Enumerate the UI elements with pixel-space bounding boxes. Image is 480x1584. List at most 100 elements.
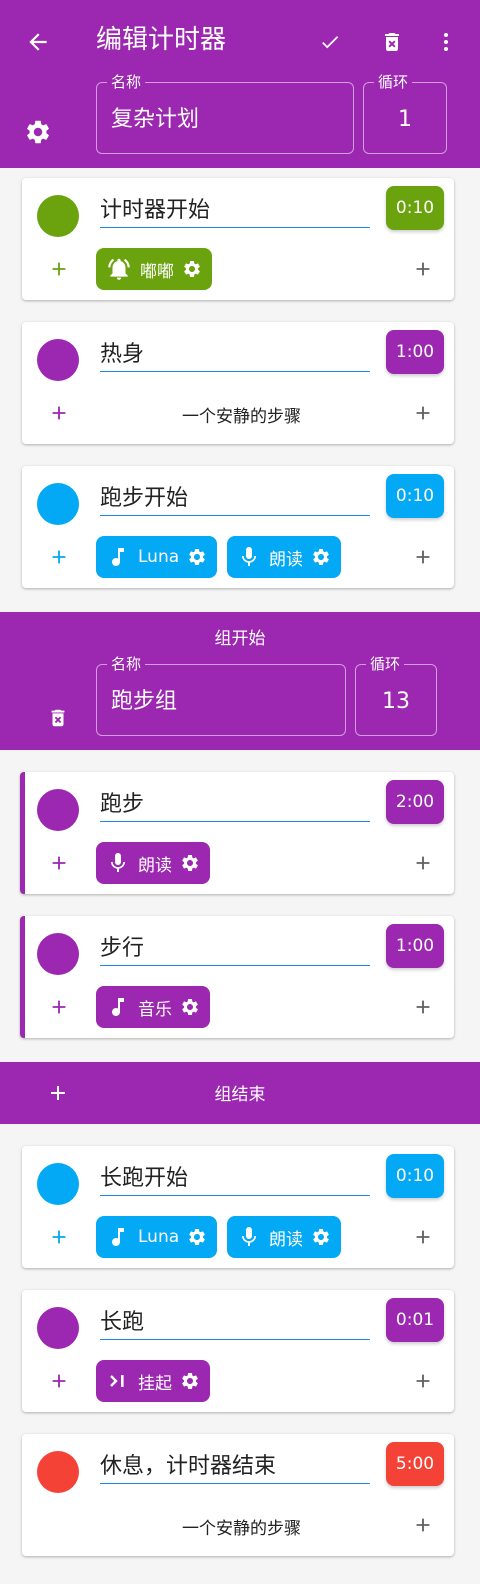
app-bar: 编辑计时器 名称 复杂计划 循环 1 xyxy=(0,0,480,168)
chip-label: 挂起 xyxy=(138,1373,172,1394)
add-behavior-icon[interactable] xyxy=(408,398,438,428)
step-duration-button[interactable]: 0:10 xyxy=(386,474,444,518)
add-step-before-icon[interactable] xyxy=(44,1366,74,1396)
step-duration-button[interactable]: 0:10 xyxy=(386,1154,444,1198)
timer-loop-value: 1 xyxy=(398,107,412,132)
chip-settings-icon[interactable] xyxy=(180,997,200,1017)
chip-settings-icon[interactable] xyxy=(180,1371,200,1391)
chip-settings-icon[interactable] xyxy=(311,547,331,567)
timer-name-label: 名称 xyxy=(107,73,146,91)
step-card[interactable]: 长跑开始 0:10 Luna 朗读 xyxy=(22,1146,454,1268)
add-behavior-icon[interactable] xyxy=(408,1366,438,1396)
more-vert-icon[interactable] xyxy=(426,22,466,62)
step-color-dot[interactable] xyxy=(37,483,79,525)
quiet-step-text: 一个安静的步骤 xyxy=(182,407,301,427)
add-behavior-icon[interactable] xyxy=(408,1510,438,1540)
step-card[interactable]: 休息，计时器结束 5:00 一个安静的步骤 xyxy=(22,1434,454,1556)
step-color-dot[interactable] xyxy=(37,1307,79,1349)
step-name-field[interactable]: 休息，计时器结束 xyxy=(100,1452,370,1484)
add-step-before-icon[interactable] xyxy=(44,848,74,878)
step-duration-button[interactable]: 2:00 xyxy=(386,780,444,824)
bell-icon xyxy=(108,258,130,280)
music-note-icon xyxy=(112,548,124,566)
group-end-section: 组结束 xyxy=(0,1062,480,1124)
chip-label: 朗读 xyxy=(269,549,303,570)
behavior-chip[interactable]: 朗读 xyxy=(227,536,341,578)
group-loop-field[interactable]: 循环 13 xyxy=(355,655,437,736)
step-color-dot[interactable] xyxy=(37,1451,79,1493)
add-step-before-icon[interactable] xyxy=(44,398,74,428)
chip-settings-icon[interactable] xyxy=(180,853,200,873)
chip-label: 朗读 xyxy=(138,855,172,876)
add-behavior-icon[interactable] xyxy=(408,1222,438,1252)
step-name-field[interactable]: 长跑开始 xyxy=(100,1164,370,1196)
add-behavior-icon[interactable] xyxy=(408,848,438,878)
back-arrow-icon[interactable] xyxy=(18,22,58,62)
step-card[interactable]: 热身 1:00 一个安静的步骤 xyxy=(22,322,454,444)
group-loop-value: 13 xyxy=(382,689,410,714)
timer-name-value: 复杂计划 xyxy=(111,107,200,132)
group-name-field[interactable]: 名称 跑步组 xyxy=(96,655,346,736)
group-name-value: 跑步组 xyxy=(111,689,178,714)
behavior-chip[interactable]: 音乐 xyxy=(96,986,210,1028)
step-duration-button[interactable]: 0:10 xyxy=(386,186,444,230)
step-card[interactable]: 跑步 2:00 朗读 xyxy=(20,772,454,894)
behavior-chip[interactable]: 朗读 xyxy=(227,1216,341,1258)
step-card[interactable]: 步行 1:00 音乐 xyxy=(20,916,454,1038)
chip-settings-icon[interactable] xyxy=(187,1227,207,1247)
step-name-field[interactable]: 跑步 xyxy=(100,790,370,822)
step-name-field[interactable]: 热身 xyxy=(100,340,370,372)
settings-icon[interactable] xyxy=(18,112,58,152)
pause-step-icon xyxy=(110,1375,124,1387)
group-start-title: 组开始 xyxy=(214,629,266,649)
step-color-dot[interactable] xyxy=(37,789,79,831)
delete-icon[interactable] xyxy=(372,22,412,62)
add-step-before-icon[interactable] xyxy=(44,542,74,572)
delete-group-icon[interactable] xyxy=(40,700,76,736)
step-card[interactable]: 跑步开始 0:10 Luna 朗读 xyxy=(22,466,454,588)
mic-icon xyxy=(242,547,256,566)
group-name-label: 名称 xyxy=(107,655,146,673)
behavior-chip[interactable]: Luna xyxy=(96,1216,218,1258)
step-card[interactable]: 计时器开始 0:10 嘟嘟 xyxy=(22,178,454,300)
check-icon[interactable] xyxy=(310,22,350,62)
add-behavior-icon[interactable] xyxy=(408,542,438,572)
step-name-field[interactable]: 长跑 xyxy=(100,1308,370,1340)
step-card[interactable]: 长跑 0:01 挂起 xyxy=(22,1290,454,1412)
add-behavior-icon[interactable] xyxy=(408,254,438,284)
step-duration-button[interactable]: 1:00 xyxy=(386,924,444,968)
group-end-title: 组结束 xyxy=(214,1085,266,1105)
behavior-chip[interactable]: Luna xyxy=(96,536,218,578)
timer-name-field[interactable]: 名称 复杂计划 xyxy=(96,73,354,154)
add-step-before-icon[interactable] xyxy=(44,992,74,1022)
step-duration-button[interactable]: 0:01 xyxy=(386,1298,444,1342)
behavior-chip[interactable]: 朗读 xyxy=(96,842,210,884)
add-step-before-icon[interactable] xyxy=(44,1222,74,1252)
step-duration-button[interactable]: 5:00 xyxy=(386,1442,444,1486)
step-color-dot[interactable] xyxy=(37,1163,79,1205)
chip-label: 嘟嘟 xyxy=(140,261,174,282)
music-note-icon xyxy=(112,998,124,1016)
page-title: 编辑计时器 xyxy=(96,25,227,55)
timer-loop-label: 循环 xyxy=(374,73,413,91)
chip-settings-icon[interactable] xyxy=(187,547,207,567)
step-duration-button[interactable]: 1:00 xyxy=(386,330,444,374)
step-name-field[interactable]: 跑步开始 xyxy=(100,484,370,516)
step-color-dot[interactable] xyxy=(37,195,79,237)
step-color-dot[interactable] xyxy=(37,339,79,381)
chip-settings-icon[interactable] xyxy=(311,1227,331,1247)
group-loop-label: 循环 xyxy=(366,655,405,673)
quiet-step-text: 一个安静的步骤 xyxy=(182,1519,301,1539)
add-behavior-icon[interactable] xyxy=(408,992,438,1022)
step-name-field[interactable]: 计时器开始 xyxy=(100,196,370,228)
behavior-chip[interactable]: 挂起 xyxy=(96,1360,210,1402)
add-step-before-icon[interactable] xyxy=(44,254,74,284)
chip-label: Luna xyxy=(138,547,180,567)
chip-settings-icon[interactable] xyxy=(182,259,202,279)
timer-loop-field[interactable]: 循环 1 xyxy=(363,73,447,154)
step-color-dot[interactable] xyxy=(37,933,79,975)
chip-label: 朗读 xyxy=(269,1229,303,1250)
behavior-chip[interactable]: 嘟嘟 xyxy=(96,248,212,290)
chip-label: 音乐 xyxy=(138,999,172,1020)
step-name-field[interactable]: 步行 xyxy=(100,934,370,966)
